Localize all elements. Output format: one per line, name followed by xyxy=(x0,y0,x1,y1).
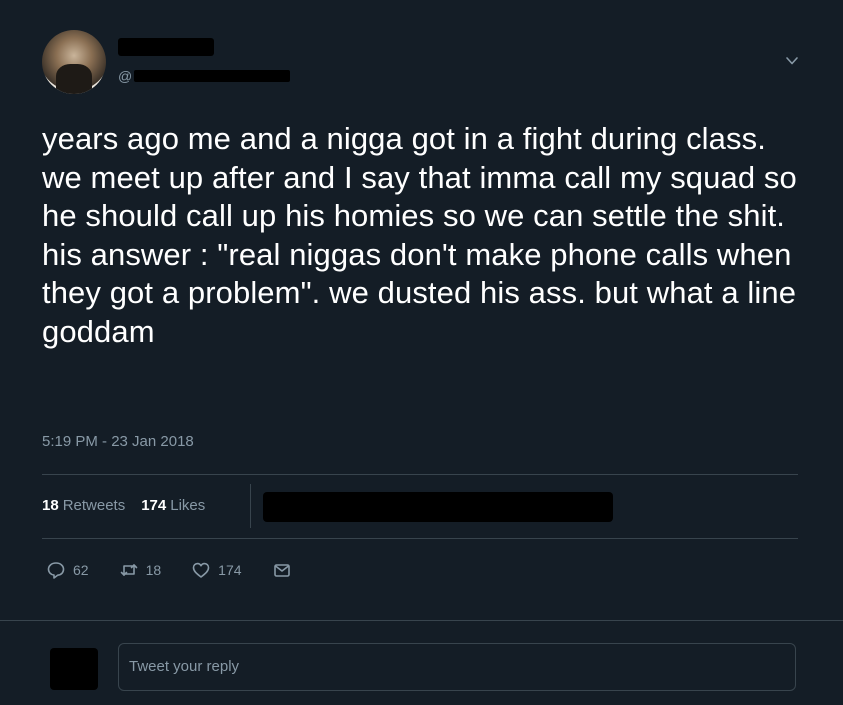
divider xyxy=(42,538,798,539)
retweet-button[interactable]: 18 xyxy=(119,560,162,580)
reply-icon xyxy=(47,562,65,579)
retweet-count: 18 xyxy=(145,562,162,578)
handle-redacted xyxy=(134,70,291,82)
like-count: 174 xyxy=(218,562,242,578)
retweets-label: Retweets xyxy=(62,497,126,514)
reply-input[interactable]: Tweet your reply xyxy=(118,643,796,691)
likes-stat[interactable]: 174 Likes xyxy=(141,497,205,514)
reply-button[interactable]: 62 xyxy=(46,560,89,580)
tweet-detail: @ years ago me and a nigga got in a figh… xyxy=(0,0,843,705)
current-user-avatar-redacted xyxy=(50,648,98,690)
like-button[interactable]: 174 xyxy=(191,560,242,580)
divider xyxy=(42,474,798,475)
tweet-timestamp[interactable]: 5:19 PM - 23 Jan 2018 xyxy=(42,433,194,450)
tweet-stats: 18 Retweets 174 Likes xyxy=(42,497,221,514)
likers-avatars-redacted xyxy=(263,492,613,522)
likes-label: Likes xyxy=(170,497,206,514)
retweets-count: 18 xyxy=(42,497,59,514)
retweets-stat[interactable]: 18 Retweets xyxy=(42,497,125,514)
likes-count: 174 xyxy=(141,497,167,514)
like-icon xyxy=(192,562,210,578)
reply-count: 62 xyxy=(73,562,89,578)
tweet-text: years ago me and a nigga got in a fight … xyxy=(42,121,797,349)
direct-message-button[interactable] xyxy=(272,560,299,580)
chevron-down-icon[interactable] xyxy=(785,54,799,68)
author-handle: @ xyxy=(118,68,291,84)
author-name-redacted xyxy=(118,38,214,56)
stats-separator xyxy=(250,484,251,528)
tweet-actions: 62 18 174 xyxy=(46,560,329,580)
author-avatar[interactable] xyxy=(42,30,106,94)
direct-message-icon xyxy=(273,564,290,577)
handle-at-sign: @ xyxy=(118,68,133,84)
retweet-icon xyxy=(120,564,137,576)
